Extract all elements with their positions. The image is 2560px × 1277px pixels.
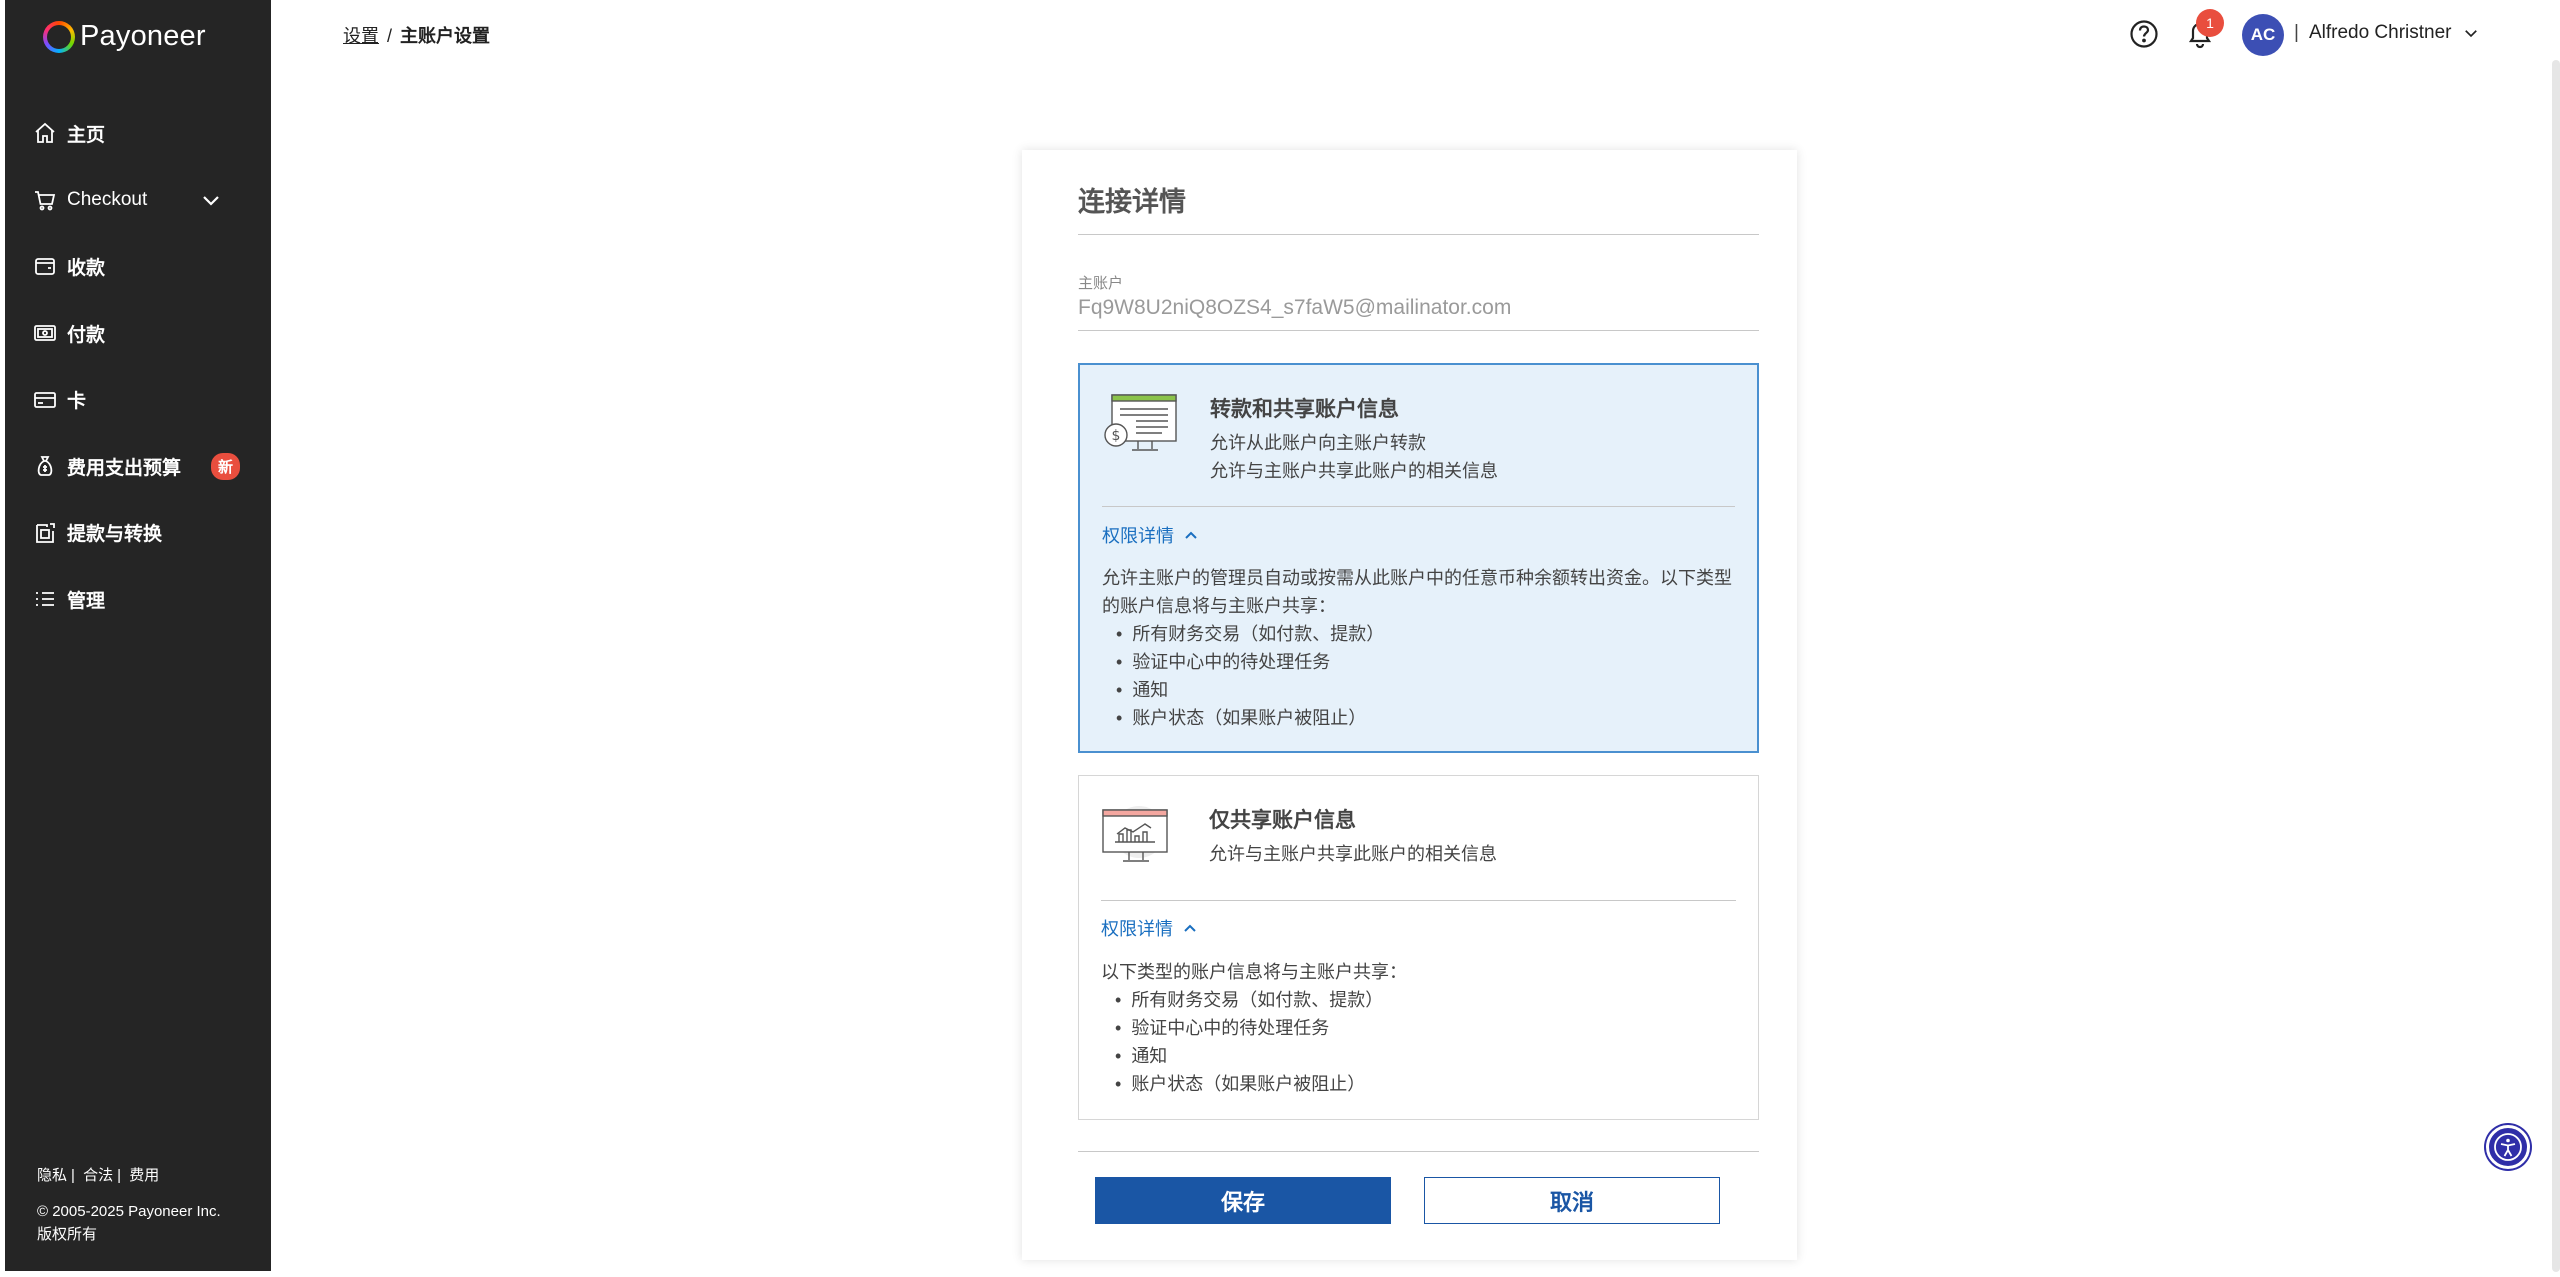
- chevron-down-icon[interactable]: [199, 188, 223, 212]
- help-icon[interactable]: [2129, 19, 2159, 49]
- sidebar-item-spend-budget[interactable]: 费用支出预算 新: [5, 433, 271, 500]
- chevron-up-icon: [1184, 924, 1196, 932]
- divider: [1078, 330, 1759, 331]
- sidebar-item-checkout[interactable]: Checkout: [5, 167, 271, 234]
- payment-icon: [34, 325, 56, 341]
- accessibility-icon: [2494, 1133, 2522, 1161]
- rights-text: 版权所有: [37, 1226, 98, 1243]
- sidebar: Payoneer 主页 Checkout 收款 付款 卡 费用支出预算 新 提款…: [5, 0, 271, 1271]
- list-item: 验证中心中的待处理任务: [1116, 648, 1735, 676]
- footer-links: 隐私 | 合法 | 费用: [37, 1167, 160, 1184]
- permission-details-toggle[interactable]: 权限详情: [1102, 522, 1198, 548]
- cancel-button[interactable]: 取消: [1424, 1177, 1720, 1224]
- breadcrumb: 设置 / 主账户设置: [343, 22, 490, 48]
- payoneer-logo-icon: [43, 20, 75, 53]
- list-icon: [36, 592, 54, 607]
- fees-link[interactable]: 费用: [129, 1167, 159, 1184]
- divider: [1101, 900, 1736, 901]
- master-account-value: Fq9W8U2niQ8OZS4_s7faW5@mailinator.com: [1078, 296, 1512, 319]
- permission-details-toggle[interactable]: 权限详情: [1101, 915, 1197, 941]
- payoneer-logo[interactable]: Payoneer: [43, 20, 206, 53]
- option-title: 仅共享账户信息: [1209, 809, 1356, 832]
- copyright-text: © 2005-2025 Payoneer Inc.: [37, 1203, 221, 1220]
- legal-link[interactable]: 合法: [83, 1167, 113, 1184]
- sidebar-item-home[interactable]: 主页: [5, 100, 271, 167]
- sidebar-item-label: 主页: [67, 124, 106, 146]
- chevron-up-icon: [1185, 531, 1197, 539]
- sidebar-item-card[interactable]: 卡: [5, 366, 271, 433]
- sidebar-item-label: 提款与转换: [67, 524, 163, 546]
- list-item: 通知: [1115, 1042, 1736, 1070]
- sidebar-item-label: 收款: [67, 257, 106, 279]
- card-title: 连接详情: [1078, 187, 1186, 217]
- sidebar-item-label: Checkout: [67, 188, 148, 210]
- notification-count-badge: 1: [2196, 9, 2224, 37]
- list-item: 所有财务交易（如付款、提款）: [1115, 986, 1736, 1014]
- save-button[interactable]: 保存: [1095, 1177, 1391, 1224]
- privacy-link[interactable]: 隐私: [37, 1167, 67, 1184]
- card-icon: [34, 391, 56, 408]
- breadcrumb-settings-link[interactable]: 设置: [343, 26, 379, 46]
- divider: [1102, 506, 1735, 507]
- permission-details: 以下类型的账户信息将与主账户共享： 所有财务交易（如付款、提款） 验证中心中的待…: [1101, 958, 1736, 1098]
- user-name: Alfredo Christner: [2308, 22, 2452, 43]
- avatar[interactable]: AC: [2242, 14, 2284, 56]
- sidebar-item-receive[interactable]: 收款: [5, 233, 271, 300]
- brand-name: Payoneer: [80, 20, 206, 52]
- divider: [1078, 1151, 1759, 1152]
- cart-icon: [35, 190, 56, 211]
- sidebar-footer: 隐私 | 合法 | 费用 © 2005-2025 Payoneer Inc. 版权所…: [37, 1164, 221, 1246]
- accessibility-button[interactable]: [2486, 1125, 2530, 1169]
- breadcrumb-current: 主账户设置: [400, 26, 491, 46]
- list-item: 所有财务交易（如付款、提款）: [1116, 620, 1735, 648]
- share-monitor-icon: [1102, 806, 1168, 862]
- sidebar-nav: 主页 Checkout 收款 付款 卡 费用支出预算 新 提款与转换 管理: [5, 100, 271, 633]
- withdraw-icon: [36, 522, 55, 543]
- new-badge: 新: [211, 452, 241, 480]
- connection-details-card: 连接详情 主账户 Fq9W8U2niQ8OZS4_s7faW5@mailinat…: [1022, 150, 1797, 1260]
- sidebar-item-label: 管理: [67, 590, 106, 612]
- divider: [1078, 234, 1759, 235]
- permission-intro: 以下类型的账户信息将与主账户共享：: [1101, 962, 1407, 982]
- option-title: 转款和共享账户信息: [1210, 398, 1399, 421]
- permission-intro: 允许主账户的管理员自动或按需从此账户中的任意币种余额转出资金。以下类型的账户信息…: [1102, 568, 1732, 616]
- permission-list: 所有财务交易（如付款、提款） 验证中心中的待处理任务 通知 账户状态（如果账户被…: [1101, 986, 1736, 1098]
- option-transfer-and-share[interactable]: $ 转款和共享账户信息 允许从此账户向主账户转款 允许与主账户共享此账户的相关信…: [1078, 363, 1759, 753]
- sidebar-item-label: 费用支出预算: [67, 457, 182, 479]
- sidebar-item-withdraw[interactable]: 提款与转换: [5, 500, 271, 567]
- wallet-icon: [35, 258, 55, 276]
- transfer-monitor-icon: $: [1104, 394, 1177, 451]
- breadcrumb-separator: /: [387, 26, 393, 46]
- permission-details: 允许主账户的管理员自动或按需从此账户中的任意币种余额转出资金。以下类型的账户信息…: [1102, 564, 1735, 732]
- sidebar-item-label: 卡: [67, 391, 87, 413]
- svg-text:$: $: [1112, 428, 1121, 444]
- permission-list: 所有财务交易（如付款、提款） 验证中心中的待处理任务 通知 账户状态（如果账户被…: [1102, 620, 1735, 732]
- money-bag-icon: [37, 456, 53, 477]
- list-item: 账户状态（如果账户被阻止）: [1115, 1070, 1736, 1098]
- sidebar-item-pay[interactable]: 付款: [5, 300, 271, 367]
- option-share-only[interactable]: 仅共享账户信息 允许与主账户共享此账户的相关信息 权限详情 以下类型的账户信息将…: [1078, 775, 1759, 1120]
- page-scrollbar[interactable]: [2552, 60, 2560, 1272]
- list-item: 账户状态（如果账户被阻止）: [1116, 704, 1735, 732]
- master-account-label: 主账户: [1078, 275, 1124, 292]
- option-description: 允许从此账户向主账户转款 允许与主账户共享此账户的相关信息: [1210, 433, 1498, 481]
- chevron-down-icon: [2464, 30, 2477, 38]
- list-item: 验证中心中的待处理任务: [1115, 1014, 1736, 1042]
- home-icon: [35, 123, 55, 144]
- list-item: 通知: [1116, 676, 1735, 704]
- option-description: 允许与主账户共享此账户的相关信息: [1209, 844, 1497, 864]
- sidebar-item-manage[interactable]: 管理: [5, 566, 271, 633]
- sidebar-item-label: 付款: [67, 324, 106, 346]
- user-menu[interactable]: | Alfredo Christner: [2294, 22, 2480, 44]
